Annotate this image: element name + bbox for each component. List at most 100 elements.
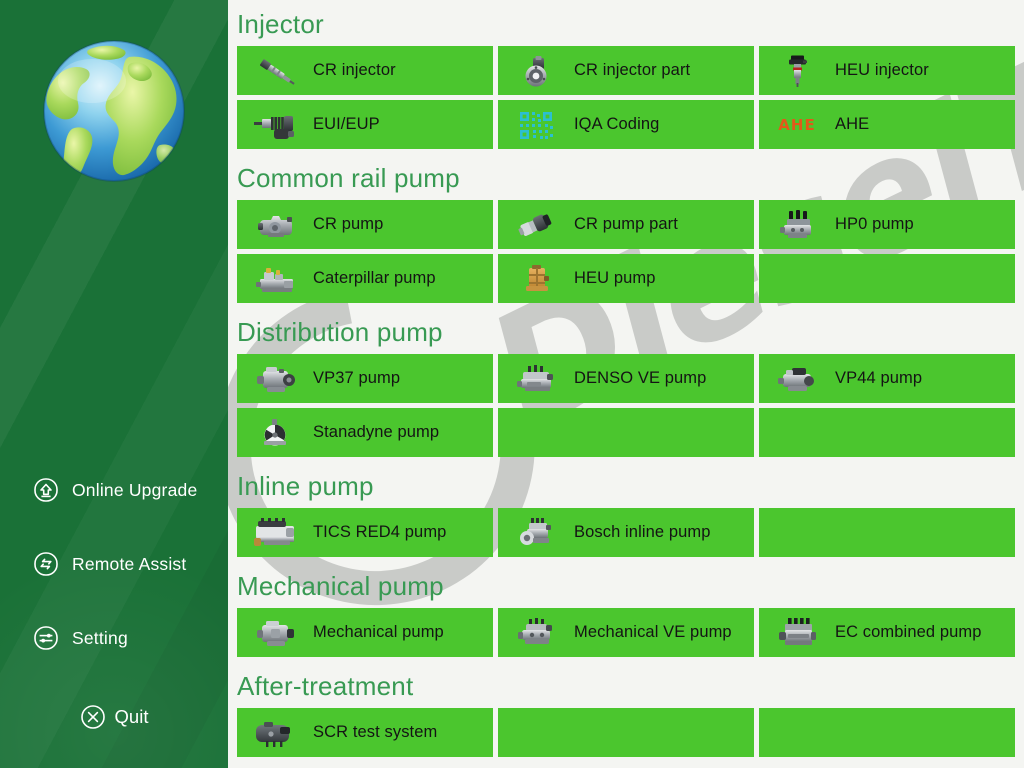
upload-circle-icon: [33, 477, 59, 503]
tile-mechanical-ve-pump[interactable]: Mechanical VE pump: [498, 608, 754, 657]
tile-bosch-inline-pump[interactable]: Bosch inline pump: [498, 508, 754, 557]
section-title: Inline pump: [237, 471, 374, 501]
tile-label: Mechanical pump: [313, 623, 444, 641]
tile-empty: [759, 408, 1015, 457]
tile-empty: [759, 708, 1015, 757]
sidebar-item-remote-assist[interactable]: Remote Assist: [0, 540, 228, 588]
category-section: Mechanical pump Mechanical pump Mechanical…: [228, 562, 1024, 657]
tile-caterpillar-pump[interactable]: Caterpillar pump: [237, 254, 493, 303]
eui-eup-icon: [237, 100, 313, 149]
tile-label: VP44 pump: [835, 369, 923, 387]
qr-code-icon: [498, 100, 574, 149]
tile-cr-pump[interactable]: CR pump: [237, 200, 493, 249]
tile-label: EC combined pump: [835, 623, 982, 641]
tile-label: HP0 pump: [835, 215, 914, 233]
tile-vp37-pump[interactable]: VP37 pump: [237, 354, 493, 403]
tile-ahe[interactable]: AHE AHE: [759, 100, 1015, 149]
sidebar-item-setting[interactable]: Setting: [0, 614, 228, 662]
cr-pump-icon: [237, 200, 313, 249]
tile-row: CR injector CR injector part HEU injector: [228, 46, 1024, 95]
denso-ve-pump-icon: [498, 354, 574, 403]
tile-label: CR injector part: [574, 61, 691, 79]
sidebar-menu: Online Upgrade Remote Assist Setting: [0, 466, 228, 688]
tile-iqa-coding[interactable]: IQA Coding: [498, 100, 754, 149]
tile-stanadyne-pump[interactable]: Stanadyne pump: [237, 408, 493, 457]
tile-row: VP37 pump DENSO VE pump VP44 pump: [228, 354, 1024, 403]
tile-eui-eup[interactable]: EUI/EUP: [237, 100, 493, 149]
tile-empty: [759, 508, 1015, 557]
application-window: Online Upgrade Remote Assist Setting Qui…: [0, 0, 1024, 768]
tile-scr-test-system[interactable]: SCR test system: [237, 708, 493, 757]
scr-test-system-icon: [237, 708, 313, 757]
tile-label: CR injector: [313, 61, 396, 79]
category-section: Injector CR injector CR injector part HEU i…: [228, 0, 1024, 149]
category-list: Injector CR injector CR injector part HEU i…: [228, 0, 1024, 757]
tile-label: Caterpillar pump: [313, 269, 436, 287]
tile-row: Caterpillar pump HEU pump: [228, 254, 1024, 303]
sidebar-item-label: Setting: [72, 627, 128, 648]
tile-mechanical-pump[interactable]: Mechanical pump: [237, 608, 493, 657]
category-section: Distribution pump VP37 pump DENSO VE pump V…: [228, 308, 1024, 457]
exchange-circle-icon: [33, 551, 59, 577]
tile-row: Stanadyne pump: [228, 408, 1024, 457]
tile-label: IQA Coding: [574, 115, 660, 133]
tile-heu-injector[interactable]: HEU injector: [759, 46, 1015, 95]
tile-label: TICS RED4 pump: [313, 523, 447, 541]
tile-cr-pump-part[interactable]: CR pump part: [498, 200, 754, 249]
tile-empty: [498, 408, 754, 457]
section-title: Mechanical pump: [237, 571, 444, 601]
tile-denso-ve-pump[interactable]: DENSO VE pump: [498, 354, 754, 403]
tile-cr-injector[interactable]: CR injector: [237, 46, 493, 95]
quit-label: Quit: [114, 706, 149, 727]
tile-label: Stanadyne pump: [313, 423, 440, 441]
category-section: After-treatment SCR test system: [228, 662, 1024, 757]
section-title: After-treatment: [237, 671, 414, 701]
bosch-inline-pump-icon: [498, 508, 574, 557]
tile-ec-combined-pump[interactable]: EC combined pump: [759, 608, 1015, 657]
vp44-pump-icon: [759, 354, 835, 403]
section-title: Distribution pump: [237, 317, 443, 347]
tile-empty: [498, 708, 754, 757]
tile-label: VP37 pump: [313, 369, 401, 387]
tile-label: CR pump part: [574, 215, 678, 233]
section-title: Injector: [237, 9, 324, 39]
tile-label: Mechanical VE pump: [574, 623, 732, 641]
tile-label: EUI/EUP: [313, 115, 380, 133]
sidebar: Online Upgrade Remote Assist Setting Qui…: [0, 0, 228, 768]
tile-hp0-pump[interactable]: HP0 pump: [759, 200, 1015, 249]
section-title: Common rail pump: [237, 163, 460, 193]
tile-label: DENSO VE pump: [574, 369, 707, 387]
quit-button[interactable]: Quit: [0, 704, 228, 730]
ahe-text-icon: AHE: [778, 115, 816, 134]
sidebar-item-label: Remote Assist: [72, 553, 187, 574]
tile-label: HEU injector: [835, 61, 929, 79]
cr-pump-part-icon: [498, 200, 574, 249]
vp37-pump-icon: [237, 354, 313, 403]
tile-label: CR pump: [313, 215, 384, 233]
tile-label: AHE: [835, 115, 870, 133]
hp0-pump-icon: [759, 200, 835, 249]
tile-row: TICS RED4 pump Bosch inline pump: [228, 508, 1024, 557]
heu-pump-icon: [498, 254, 574, 303]
sidebar-item-online-upgrade[interactable]: Online Upgrade: [0, 466, 228, 514]
category-section: Inline pump TICS RED4 pump Bosch inline pu…: [228, 462, 1024, 557]
cr-injector-part-icon: [498, 46, 574, 95]
sliders-circle-icon: [33, 625, 59, 651]
main-panel: DieselTon InjectorCR injectorCR injector…: [228, 0, 1024, 768]
tile-tics-red4-pump[interactable]: TICS RED4 pump: [237, 508, 493, 557]
tile-row: EUI/EUP IQA Coding AHE AHE: [228, 100, 1024, 149]
stanadyne-pump-icon: [237, 408, 313, 457]
tile-row: SCR test system: [228, 708, 1024, 757]
tile-vp44-pump[interactable]: VP44 pump: [759, 354, 1015, 403]
tile-heu-pump[interactable]: HEU pump: [498, 254, 754, 303]
cr-injector-icon: [237, 46, 313, 95]
sidebar-item-label: Online Upgrade: [72, 479, 198, 500]
mechanical-ve-pump-icon: [498, 608, 574, 657]
caterpillar-pump-icon: [237, 254, 313, 303]
tile-cr-injector-part[interactable]: CR injector part: [498, 46, 754, 95]
tile-label: SCR test system: [313, 723, 438, 741]
category-section: Common rail pump CR pump CR pump part HP0 p…: [228, 154, 1024, 303]
tics-red4-pump-icon: [237, 508, 313, 557]
tile-row: CR pump CR pump part HP0 pump: [228, 200, 1024, 249]
globe-logo: [36, 33, 192, 189]
